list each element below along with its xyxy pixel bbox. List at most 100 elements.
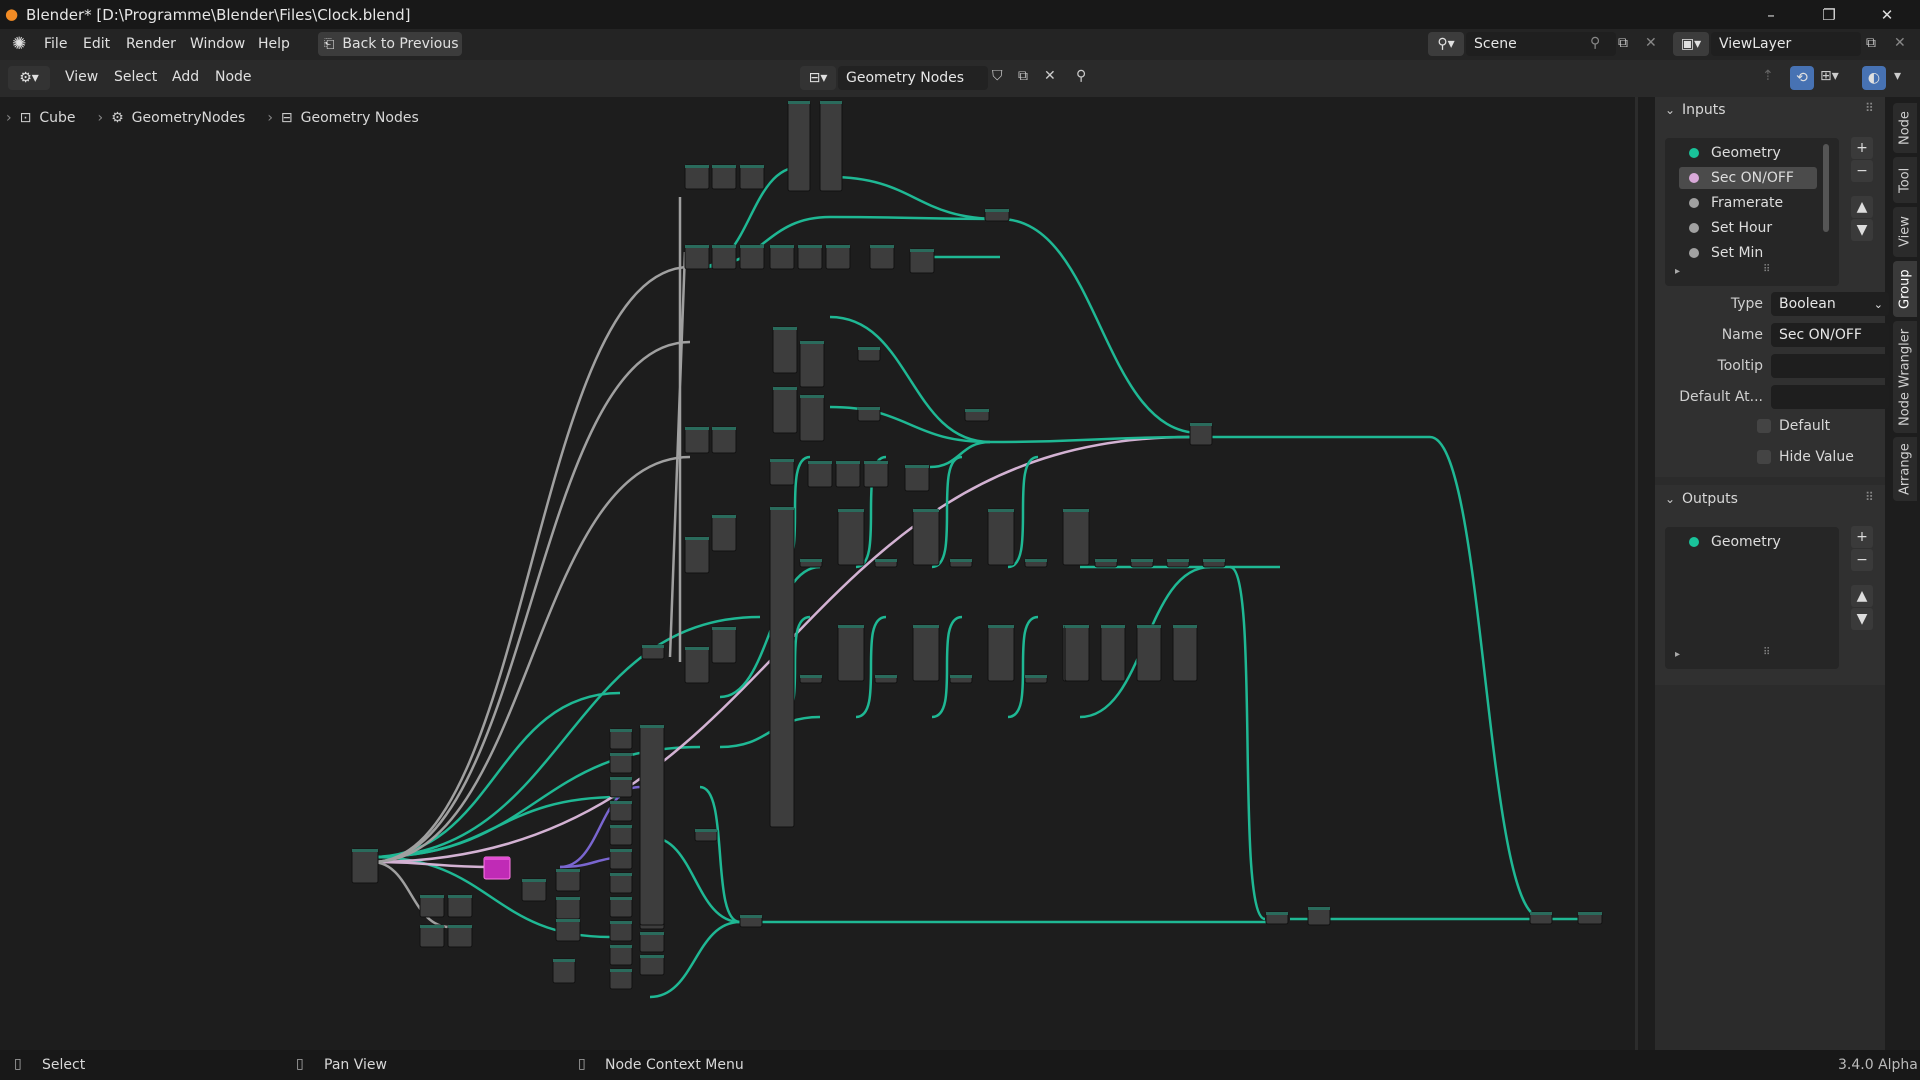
list-resize-icon[interactable]: ⠿ xyxy=(1763,647,1770,658)
graph-node[interactable] xyxy=(684,164,710,190)
graph-node[interactable] xyxy=(1189,422,1213,446)
snap-mode-icon[interactable]: ⊞▾ xyxy=(1820,68,1839,84)
collapse-outputs-icon[interactable]: ⌄ xyxy=(1665,492,1675,506)
graph-node[interactable] xyxy=(799,340,825,388)
graph-node[interactable] xyxy=(419,894,445,918)
add-output-button[interactable]: + xyxy=(1851,526,1873,548)
menu-view[interactable]: View xyxy=(65,69,98,85)
graph-node[interactable] xyxy=(1064,624,1090,682)
move-output-down-button[interactable]: ▼ xyxy=(1851,608,1873,630)
graph-node[interactable] xyxy=(772,386,798,434)
tab-node-wrangler[interactable]: Node Wrangler xyxy=(1893,321,1917,433)
blender-menu-icon[interactable]: ✺ xyxy=(12,34,26,54)
tab-group[interactable]: Group xyxy=(1893,261,1917,317)
graph-node[interactable] xyxy=(799,394,825,442)
list-resize-icon[interactable]: ⠿ xyxy=(1763,264,1770,275)
graph-node[interactable] xyxy=(1062,508,1090,566)
editor-type-button[interactable]: ⚙▾ xyxy=(8,66,50,90)
graph-node[interactable] xyxy=(769,458,795,486)
graph-node[interactable] xyxy=(555,868,581,892)
menu-render[interactable]: Render xyxy=(126,36,176,52)
graph-node[interactable] xyxy=(351,848,379,884)
remove-output-button[interactable]: − xyxy=(1851,549,1873,571)
menu-node[interactable]: Node xyxy=(215,69,252,85)
duplicate-tree-icon[interactable]: ⧉ xyxy=(1018,68,1028,84)
scene-selector-button[interactable]: ⚲▾ xyxy=(1428,32,1464,56)
graph-node[interactable] xyxy=(835,460,861,488)
menu-edit[interactable]: Edit xyxy=(83,36,110,52)
pin-icon[interactable]: ⚲ xyxy=(1076,68,1086,84)
graph-node[interactable] xyxy=(769,506,795,828)
graph-node[interactable] xyxy=(711,626,737,664)
graph-node[interactable] xyxy=(711,244,737,270)
node-tree-browse-button[interactable]: ⊟▾ xyxy=(800,66,836,90)
list-expand-icon[interactable]: ▸ xyxy=(1675,649,1680,660)
overlay-toggle-icon[interactable]: ◐ xyxy=(1862,66,1886,90)
graph-node[interactable] xyxy=(711,164,737,190)
graph-node[interactable] xyxy=(797,244,823,270)
tooltip-field[interactable] xyxy=(1771,354,1889,378)
new-viewlayer-icon[interactable]: ⧉ xyxy=(1866,35,1876,51)
remove-scene-icon[interactable]: ✕ xyxy=(1645,35,1657,51)
socket-item[interactable]: Framerate xyxy=(1679,192,1817,214)
graph-node[interactable] xyxy=(521,878,547,902)
collapse-inputs-icon[interactable]: ⌄ xyxy=(1665,103,1675,117)
graph-node[interactable] xyxy=(912,624,940,682)
graph-node[interactable] xyxy=(711,514,737,552)
graph-node[interactable] xyxy=(552,958,576,984)
menu-select[interactable]: Select xyxy=(114,69,157,85)
menu-add[interactable]: Add xyxy=(172,69,199,85)
graph-node[interactable] xyxy=(772,326,798,374)
canvas-scrollbar[interactable] xyxy=(1635,97,1638,1050)
graph-node[interactable] xyxy=(447,924,473,948)
graph-node[interactable] xyxy=(904,464,930,492)
pin-scene-icon[interactable]: ⚲ xyxy=(1590,35,1600,51)
graph-node[interactable] xyxy=(684,426,710,454)
tab-view[interactable]: View xyxy=(1893,207,1917,257)
remove-input-button[interactable]: − xyxy=(1851,160,1873,182)
tab-tool[interactable]: Tool xyxy=(1893,157,1917,203)
menu-help[interactable]: Help xyxy=(258,36,290,52)
outputs-header[interactable]: Outputs xyxy=(1682,491,1738,507)
hide-value-checkbox[interactable]: Hide Value xyxy=(1757,449,1854,465)
graph-node[interactable] xyxy=(684,244,710,270)
close-button[interactable]: ✕ xyxy=(1858,0,1916,29)
menu-file[interactable]: File xyxy=(44,36,67,52)
node-tree-field[interactable]: Geometry Nodes xyxy=(838,66,988,90)
graph-node[interactable] xyxy=(863,460,889,488)
graph-node[interactable] xyxy=(869,244,895,270)
graph-node[interactable] xyxy=(837,624,865,682)
graph-node[interactable] xyxy=(1136,624,1162,682)
add-input-button[interactable]: + xyxy=(1851,137,1873,159)
graph-node[interactable] xyxy=(807,460,833,488)
move-output-up-button[interactable]: ▲ xyxy=(1851,585,1873,607)
socket-item[interactable]: Set Hour xyxy=(1679,217,1817,239)
graph-node[interactable] xyxy=(819,100,843,192)
type-dropdown[interactable]: Boolean ⌄ xyxy=(1771,292,1889,316)
graph-node[interactable] xyxy=(711,426,737,454)
back-to-previous-button[interactable]: ⎗ Back to Previous xyxy=(318,32,462,56)
graph-node[interactable] xyxy=(1172,624,1198,682)
remove-viewlayer-icon[interactable]: ✕ xyxy=(1894,35,1906,51)
minimize-button[interactable]: – xyxy=(1742,0,1800,29)
tab-arrange[interactable]: Arrange xyxy=(1893,437,1917,501)
graph-node[interactable] xyxy=(447,894,473,918)
tab-node[interactable]: Node xyxy=(1893,103,1917,153)
move-input-down-button[interactable]: ▼ xyxy=(1851,219,1873,241)
graph-node[interactable] xyxy=(1100,624,1126,682)
graph-node[interactable] xyxy=(555,896,581,920)
graph-node[interactable] xyxy=(909,248,935,274)
graph-node[interactable] xyxy=(769,244,795,270)
graph-node[interactable] xyxy=(419,924,445,948)
graph-node[interactable] xyxy=(483,856,511,880)
graph-node[interactable] xyxy=(684,646,710,684)
parent-node-tree-icon[interactable]: ⇡ xyxy=(1762,68,1774,84)
drag-handle-icon[interactable]: ⠿ xyxy=(1865,490,1874,504)
socket-item[interactable]: Geometry xyxy=(1679,142,1817,164)
default-attribute-field[interactable] xyxy=(1771,385,1889,409)
fake-user-icon[interactable]: ⛉ xyxy=(992,68,1003,84)
snap-toggle-icon[interactable]: ⟲ xyxy=(1790,66,1814,90)
list-expand-icon[interactable]: ▸ xyxy=(1675,266,1680,277)
graph-node[interactable] xyxy=(739,164,765,190)
graph-node[interactable] xyxy=(787,100,811,192)
